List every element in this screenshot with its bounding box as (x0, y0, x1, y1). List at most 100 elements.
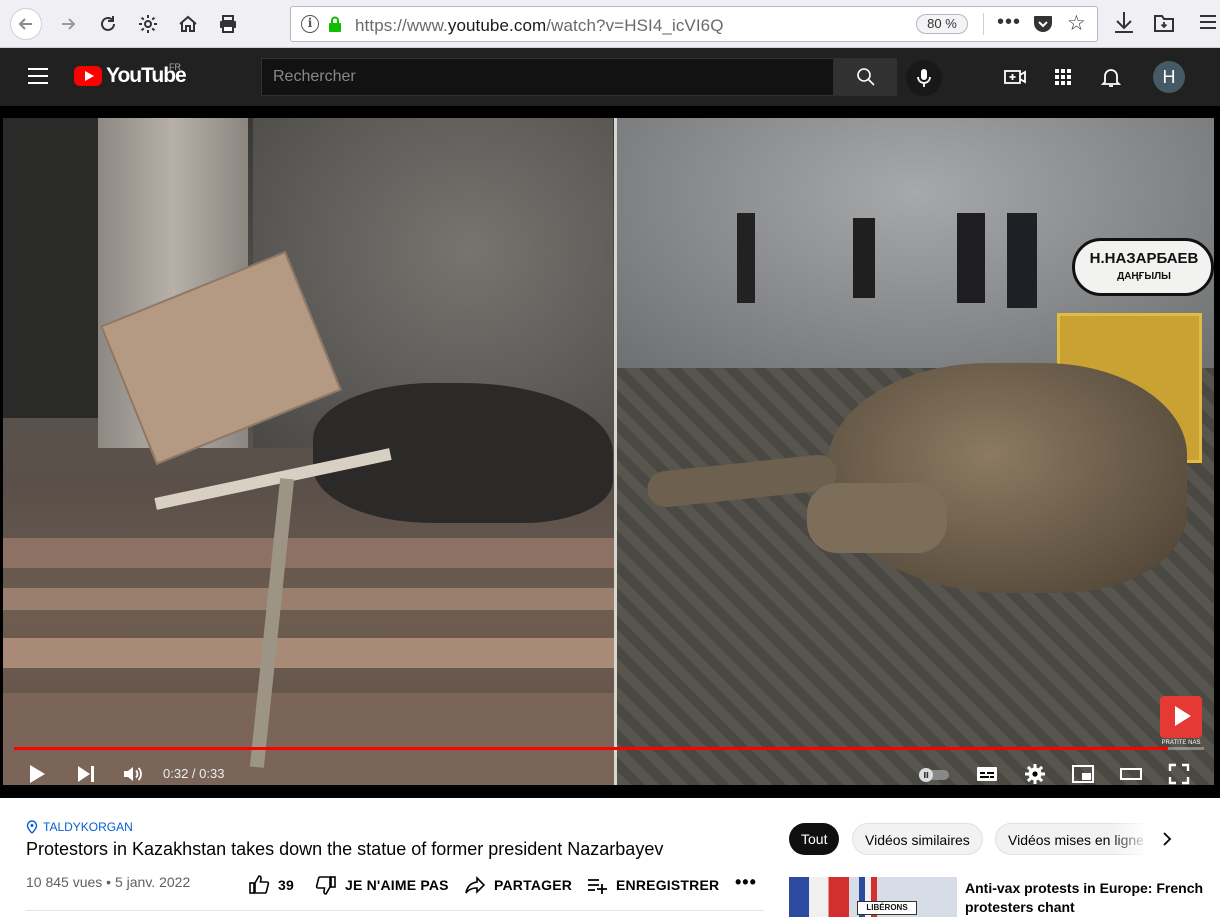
search-input[interactable] (262, 59, 833, 95)
channel-watermark[interactable] (1160, 696, 1202, 738)
location-pin-icon (26, 820, 38, 834)
recommendation-thumbnail[interactable]: LIBÉRONS (789, 877, 957, 917)
fullscreen-button[interactable] (1167, 762, 1191, 786)
print-icon (220, 15, 236, 33)
publish-date: 5 janv. 2022 (114, 874, 191, 890)
progress-bar[interactable] (14, 747, 1204, 750)
autoplay-toggle-icon (919, 768, 949, 782)
step-1 (3, 538, 614, 568)
time-display: 0:32 / 0:33 (163, 766, 225, 781)
download-icon[interactable] (1112, 10, 1136, 36)
dislike-label: JE N'AIME PAS (345, 877, 449, 893)
autoplay-toggle[interactable] (917, 762, 951, 786)
video-frame[interactable]: Н.НАЗАРБАЕВ ДАҢҒЫЛЫ (3, 118, 1214, 785)
share-arrow-icon (465, 876, 486, 894)
miniplayer-icon (1072, 765, 1094, 783)
zoom-level[interactable]: 80 % (916, 14, 968, 34)
step-3 (3, 638, 614, 668)
statue-hand (807, 483, 947, 553)
pedestrian-4 (1007, 213, 1037, 308)
theater-mode-button[interactable] (1119, 762, 1143, 786)
chip-related[interactable]: Vidéos similaires (852, 823, 983, 855)
voice-search-button[interactable] (906, 60, 942, 96)
save-label: ENREGISTRER (616, 877, 720, 893)
video-player[interactable]: Н.НАЗАРБАЕВ ДАҢҒЫЛЫ PRATITE NAS 0:32 / 0… (0, 106, 1220, 798)
settings-button[interactable] (132, 8, 164, 40)
create-video-icon[interactable] (1003, 65, 1027, 89)
hamburger-menu-icon[interactable] (1198, 12, 1218, 32)
location-label: TALDYKORGAN (43, 820, 133, 834)
step-2 (3, 588, 614, 610)
subtitles-button[interactable] (975, 762, 999, 786)
arrow-right-icon (62, 18, 76, 30)
add-to-playlist-icon (588, 879, 607, 894)
reload-button[interactable] (92, 8, 124, 40)
youtube-logo-icon[interactable] (74, 66, 102, 86)
youtube-header: YouTube FR H (0, 48, 1220, 106)
apps-grid-icon[interactable] (1051, 65, 1075, 89)
video-title: Protestors in Kazakhstan takes down the … (26, 839, 664, 859)
play-button[interactable] (26, 762, 48, 786)
browser-toolbar: i https://www.youtube.com/watch?v=HSI4_i… (0, 0, 1220, 48)
forward-button[interactable] (52, 8, 84, 40)
video-scene-left (3, 118, 614, 785)
thumbs-down-icon (315, 876, 336, 895)
like-count: 39 (278, 877, 294, 893)
url-text[interactable]: https://www.youtube.com/watch?v=HSI4_icV… (355, 16, 724, 36)
bookmark-star-icon[interactable]: ☆ (1067, 11, 1086, 36)
dark-background (3, 118, 98, 418)
street-sign (1072, 238, 1214, 296)
fullscreen-icon (1168, 763, 1190, 785)
page-actions-button[interactable]: ••• (997, 11, 1021, 34)
gear-icon (139, 15, 157, 33)
arrow-left-icon (18, 18, 32, 30)
info-icon[interactable]: i (301, 15, 319, 33)
pedestrian-3 (957, 213, 985, 303)
chevron-right-icon[interactable] (1158, 830, 1176, 848)
like-button[interactable]: 39 (248, 874, 294, 896)
flag-shape (789, 877, 849, 917)
chip-all[interactable]: Tout (789, 823, 840, 855)
recommendation-title[interactable]: Anti-vax protests in Europe: French prot… (965, 879, 1215, 917)
home-button[interactable] (172, 8, 204, 40)
volume-button[interactable] (121, 762, 145, 786)
guide-menu-icon[interactable] (28, 68, 48, 84)
dislike-button[interactable]: JE N'AIME PAS (315, 874, 449, 896)
pedestrian-2 (853, 218, 875, 298)
view-count: 10 845 vues (26, 874, 103, 890)
notifications-bell-icon[interactable] (1099, 65, 1123, 89)
street-sign-line1: Н.НАЗАРБАЕВ (1089, 250, 1199, 267)
miniplayer-button[interactable] (1071, 762, 1095, 786)
reload-icon (101, 16, 115, 31)
volume-icon (124, 767, 142, 781)
divider-line (26, 910, 764, 911)
share-button[interactable]: PARTAGER (464, 874, 572, 896)
statue-body (313, 383, 613, 523)
next-button[interactable] (75, 762, 97, 786)
location-link[interactable]: TALDYKORGAN (26, 820, 133, 834)
print-button[interactable] (212, 8, 244, 40)
library-icon[interactable] (1152, 10, 1176, 36)
pedestrian-1 (737, 213, 755, 303)
subtitles-icon (977, 767, 997, 781)
search-button[interactable] (834, 58, 897, 96)
settings-player-button[interactable] (1023, 762, 1047, 786)
more-actions-button[interactable]: ••• (735, 872, 757, 893)
avatar[interactable]: H (1153, 61, 1185, 93)
view-count-date: 10 845 vues • 5 janv. 2022 (26, 874, 191, 890)
url-separator (983, 13, 984, 35)
search-box (261, 58, 834, 96)
skip-next-icon (78, 766, 94, 782)
home-icon (179, 15, 197, 32)
gear-icon (1025, 764, 1045, 784)
progress-played (14, 747, 1169, 750)
thumbs-up-icon (249, 875, 270, 894)
search-icon (856, 68, 875, 86)
share-label: PARTAGER (494, 877, 573, 893)
pocket-icon[interactable] (1033, 15, 1053, 33)
save-button[interactable]: ENREGISTRER (586, 874, 719, 896)
lock-icon (329, 16, 341, 32)
theater-mode-icon (1120, 768, 1142, 780)
back-button[interactable] (10, 8, 42, 40)
url-bar[interactable]: i https://www.youtube.com/watch?v=HSI4_i… (290, 6, 1098, 42)
